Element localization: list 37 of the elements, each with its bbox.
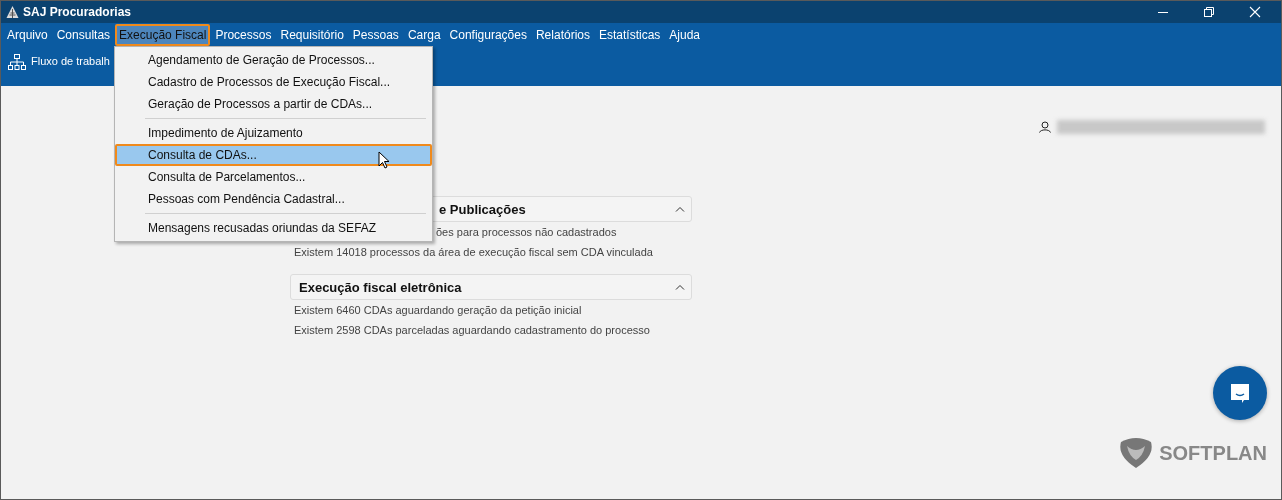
menu-bar-item[interactable]: Pessoas <box>348 23 403 46</box>
menu-bar-item[interactable]: Execução Fiscal <box>115 23 211 46</box>
hierarchy-icon[interactable] <box>7 53 27 71</box>
info-text: Existem 6460 CDAs aguardando geração da petição inicial <box>293 303 583 318</box>
restore-icon[interactable] <box>1203 6 1215 18</box>
info-text: ões para processos não cadastrados <box>435 225 618 240</box>
chevron-icon[interactable] <box>675 284 685 290</box>
info-text: Existem 14018 processos da área de execução fiscal sem CDA vinculada <box>293 245 654 260</box>
menu-bar-item[interactable]: Arquivo <box>3 23 52 46</box>
chevron-icon[interactable] <box>675 206 685 212</box>
app-logo-icon <box>6 5 19 19</box>
chat-button[interactable] <box>1213 366 1267 420</box>
section-header[interactable]: Execução fiscal eletrônica <box>290 274 692 300</box>
menu-bar-item[interactable]: Estatísticas <box>595 23 665 46</box>
menu-item[interactable]: Agendamento de Geração de Processos... <box>115 49 432 71</box>
window-title: SAJ Procuradorias <box>23 5 132 19</box>
info-text: Existem 2598 CDAs parceladas aguardando cadastramento do processo <box>293 323 651 338</box>
menu-bar-item[interactable]: Carga <box>403 23 445 46</box>
menu-item[interactable]: Impedimento de Ajuizamento <box>115 122 432 144</box>
menu-item[interactable]: Geração de Processos a partir de CDAs... <box>115 93 432 115</box>
section-title: Execução fiscal eletrônica <box>299 279 462 295</box>
menu-bar-item[interactable]: Relatórios <box>531 23 594 46</box>
menu-item[interactable]: Cadastro de Processos de Execução Fiscal... <box>115 71 432 93</box>
user-icon <box>1039 121 1051 133</box>
menu-bar-item[interactable]: Requisitório <box>276 23 348 46</box>
chat-icon <box>1228 381 1252 405</box>
menu-item[interactable]: Consulta de Parcelamentos... <box>115 166 432 188</box>
menu-item[interactable]: Consulta de CDAs... <box>115 144 432 166</box>
mouse-cursor-icon <box>378 151 390 169</box>
menu-bar-item[interactable]: Consultas <box>52 23 115 46</box>
workflow-button[interactable]: Fluxo de trabalh <box>31 55 110 67</box>
menu-bar-item[interactable]: Configurações <box>445 23 531 46</box>
menu-bar-item[interactable]: Processos <box>211 23 276 46</box>
menu-bar-item[interactable]: Ajuda <box>665 23 705 46</box>
close-icon[interactable] <box>1249 6 1261 18</box>
company-logo-text: SOFTPLAN <box>1159 441 1267 465</box>
section-title: e Publicações <box>439 201 526 217</box>
